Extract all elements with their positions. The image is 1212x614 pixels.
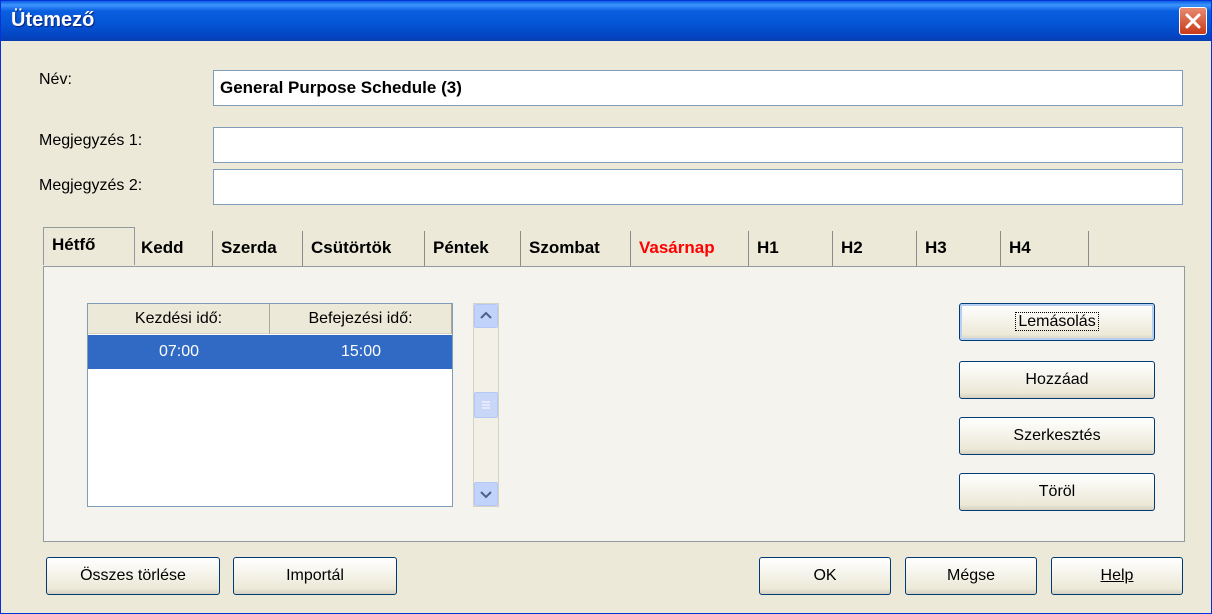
note2-field[interactable] [213,169,1183,205]
scroll-thumb[interactable] [474,392,498,418]
delete-button[interactable]: Töröl [959,473,1155,511]
import-button[interactable]: Importál [233,557,397,595]
tab-thursday[interactable]: Csütörtök [303,231,425,267]
ok-button[interactable]: OK [759,557,891,595]
note2-label: Megjegyzés 2: [39,177,143,194]
name-label: Név: [39,71,72,88]
schedule-dialog: Ütemező Név: General Purpose Schedule (3… [0,0,1212,614]
scroll-down-button[interactable] [474,482,498,506]
close-button[interactable] [1179,7,1207,35]
tab-tuesday[interactable]: Kedd [133,231,213,267]
tab-monday[interactable]: Hétfő [43,227,135,265]
cancel-button[interactable]: Mégse [905,557,1037,595]
row-start-time[interactable]: 07:00 [88,335,270,369]
note1-field[interactable] [213,127,1183,163]
copy-button[interactable]: Lemásolás [959,303,1155,341]
tab-wednesday[interactable]: Szerda [213,231,303,267]
tab-sunday[interactable]: Vasárnap [631,231,749,267]
help-button[interactable]: Help [1051,557,1183,595]
tab-h2[interactable]: H2 [833,231,917,267]
window-title: Ütemező [11,9,95,31]
scroll-up-button[interactable] [474,304,498,328]
column-start-time[interactable]: Kezdési idő: [88,304,270,334]
column-end-time[interactable]: Befejezési idő: [270,304,452,334]
note1-label: Megjegyzés 1: [39,132,143,149]
tab-h3[interactable]: H3 [917,231,1001,267]
edit-button[interactable]: Szerkesztés [959,417,1155,455]
tab-h4[interactable]: H4 [1001,231,1089,267]
help-label: Help [1100,567,1134,584]
tab-friday[interactable]: Péntek [425,231,521,267]
time-list[interactable]: Kezdési idő: Befejezési idő: 07:00 15:00 [87,303,453,507]
tab-saturday[interactable]: Szombat [521,231,631,267]
close-icon [1185,13,1201,29]
chevron-up-icon [480,311,492,319]
chevron-down-icon [480,491,492,499]
list-scrollbar[interactable] [473,303,499,507]
clear-all-button[interactable]: Összes törlése [46,557,220,595]
name-field[interactable]: General Purpose Schedule (3) [213,70,1183,106]
grip-icon [482,401,490,409]
title-bar: Ütemező [1,1,1211,41]
tab-h1[interactable]: H1 [749,231,833,267]
add-button[interactable]: Hozzáad [959,361,1155,399]
row-end-time[interactable]: 15:00 [270,335,452,369]
